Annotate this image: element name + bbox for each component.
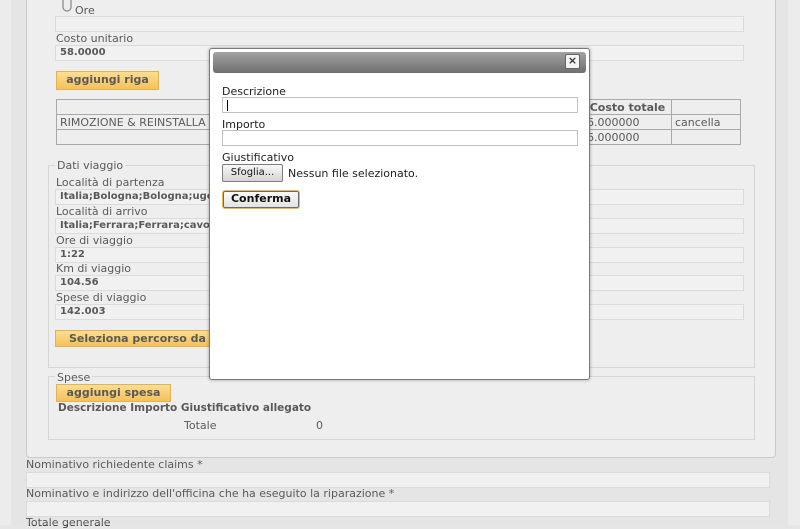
text-cursor <box>227 100 228 111</box>
no-file-text: Nessun file selezionato. <box>288 167 419 180</box>
importo-input[interactable] <box>222 130 578 146</box>
sfoglia-button[interactable]: Sfoglia... <box>222 164 283 182</box>
dialog-titlebar[interactable] <box>213 52 586 73</box>
close-icon[interactable]: × <box>565 54 580 69</box>
descrizione-input[interactable] <box>222 97 578 113</box>
giustificativo-label: Giustificativo <box>222 151 294 164</box>
dialog-window: × Descrizione Importo Giustificativo Sfo… <box>209 48 590 380</box>
conferma-button[interactable]: Conferma <box>222 190 300 209</box>
